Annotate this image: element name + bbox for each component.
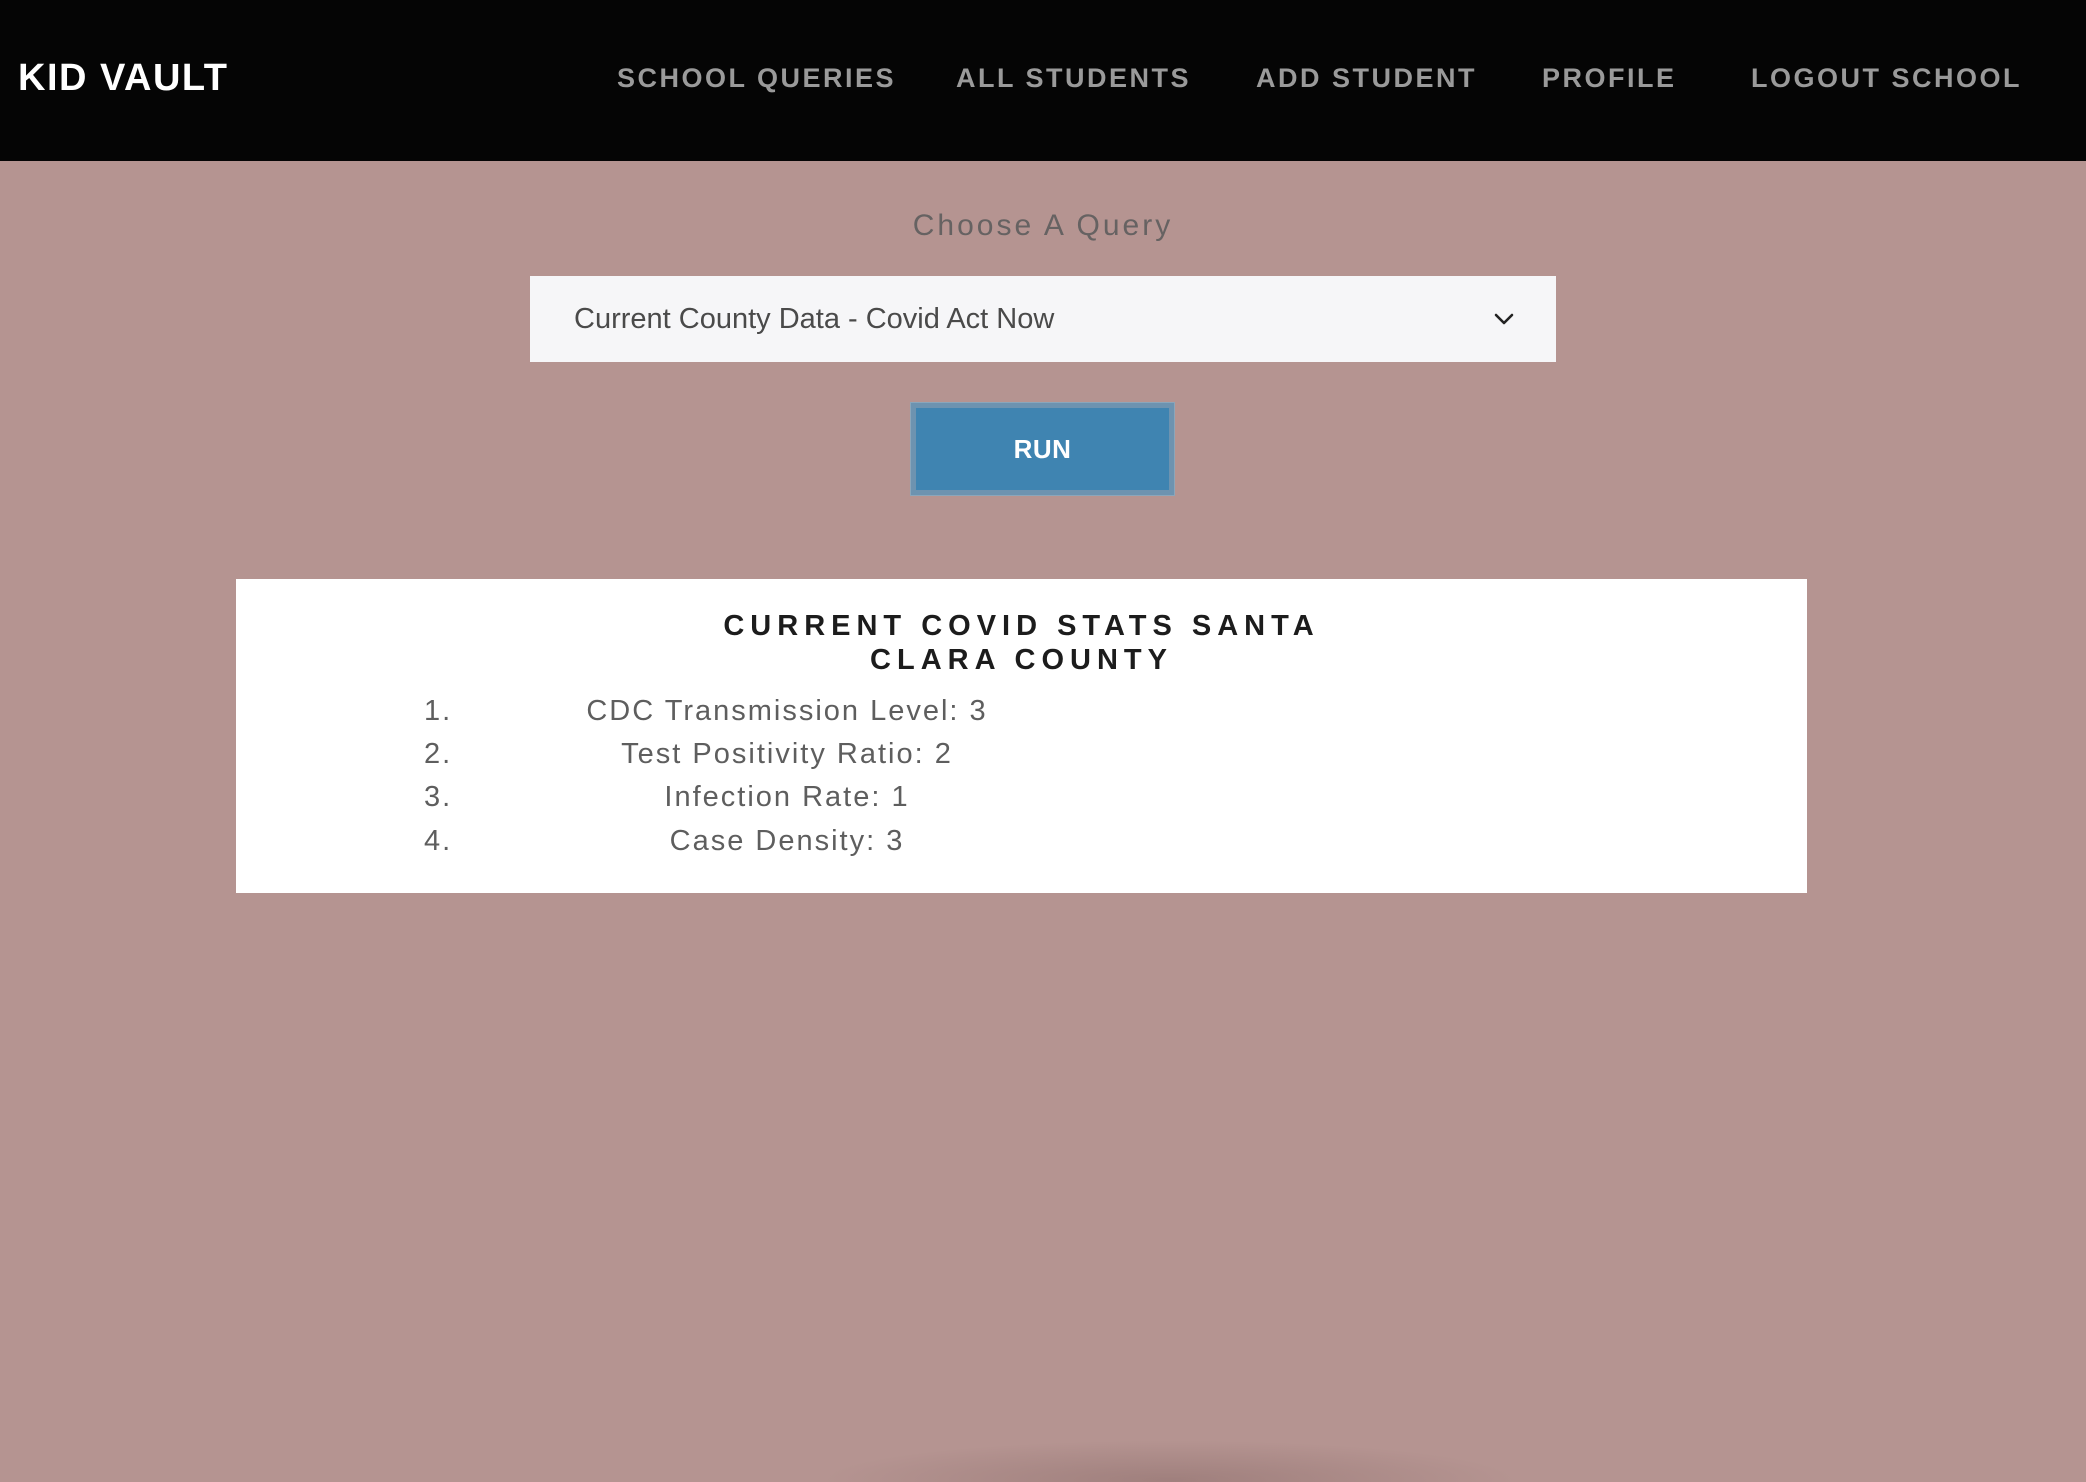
results-title: CURRENT COVID STATS SANTA CLARA COUNTY (723, 610, 1320, 676)
top-navbar: KID VAULT SCHOOL QUERIES ALL STUDENTS AD… (0, 0, 2086, 161)
list-item: 4. Case Density: 3 (0, 820, 1571, 863)
list-item: 1. CDC Transmission Level: 3 (0, 690, 1571, 733)
list-item-text: Infection Rate: 1 (664, 781, 910, 813)
list-item-text: CDC Transmission Level: 3 (586, 695, 988, 727)
list-item: 2. Test Positivity Ratio: 2 (0, 733, 1571, 776)
chevron-down-icon (1492, 307, 1516, 331)
query-label: Choose A Query (912, 209, 1174, 242)
nav-profile[interactable]: PROFILE (1542, 62, 1677, 94)
list-item-text: Test Positivity Ratio: 2 (621, 738, 953, 770)
bottom-shadow (820, 1440, 1520, 1482)
nav-school-queries[interactable]: SCHOOL QUERIES (617, 62, 896, 94)
nav-logout-school[interactable]: LOGOUT SCHOOL (1751, 62, 2022, 94)
query-select[interactable]: Current County Data - Covid Act Now (530, 276, 1556, 362)
list-item: 3. Infection Rate: 1 (0, 776, 1571, 819)
nav-add-student[interactable]: ADD STUDENT (1256, 62, 1477, 94)
nav-all-students[interactable]: ALL STUDENTS (956, 62, 1191, 94)
brand-logo[interactable]: KID VAULT (18, 56, 229, 100)
query-select-value: Current County Data - Covid Act Now (574, 303, 1055, 335)
list-item-text: Case Density: 3 (669, 825, 905, 857)
results-title-wrap: CURRENT COVID STATS SANTA CLARA COUNTY (236, 609, 1807, 677)
run-button[interactable]: RUN (911, 403, 1174, 495)
